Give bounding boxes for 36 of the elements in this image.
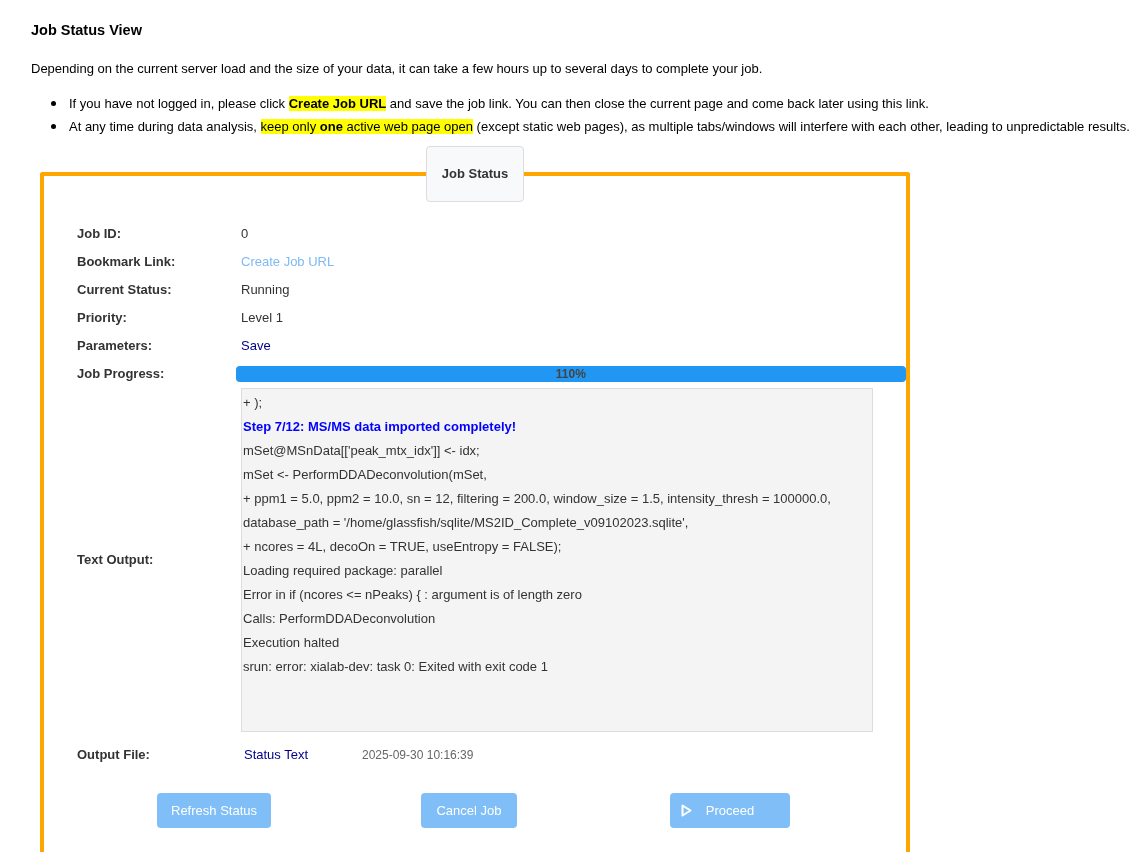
note-text: At any time during data analysis, keep only one active web page open (except static web pages), as multiple tabs/windows will interfere with each other, leading to unpredictable results.	[69, 118, 1130, 136]
log-line: + ncores = 4L, decoOn = TRUE, useEntropy = FALSE);	[243, 538, 563, 556]
log-line: + );	[243, 394, 264, 412]
field-label: Priority:	[77, 309, 128, 328]
step-message: Step 7/12: MS/MS data imported completely!	[243, 418, 518, 436]
log-line: mSet <- PerformDDADeconvolution(mSet,	[243, 466, 488, 484]
create-job-url-link[interactable]: Create Job URL	[241, 252, 335, 272]
field-value: Level 1	[241, 309, 283, 328]
field-label: Bookmark Link:	[77, 253, 177, 272]
intro-text: Depending on the current server load and the size of your data, it can take a few hours up to several days to complete your job.	[31, 60, 764, 78]
log-line: database_path = '/home/glassfish/sqlite/MS2ID_Complete_v09102023.sqlite',	[243, 514, 690, 532]
field-value: Running	[241, 281, 290, 300]
log-line: Calls: PerformDDADeconvolution	[243, 610, 437, 628]
field-value: 0	[241, 225, 249, 244]
log-line: + ppm1 = 5.0, ppm2 = 10.0, sn = 12, filtering = 200.0, window_size = 1.5, intensity_thresh = 100000.0,	[243, 490, 832, 508]
save-link[interactable]: Save	[241, 336, 271, 356]
field-label: Job ID:	[77, 225, 123, 244]
field-label: Output File:	[77, 746, 151, 765]
timestamp: 2025-09-30 10:16:39	[362, 747, 474, 764]
field-label: Text Output:	[77, 551, 155, 570]
bullet-icon	[51, 124, 56, 129]
page-title: Job Status View	[31, 21, 143, 40]
bullet-icon	[51, 101, 56, 106]
field-label: Parameters:	[77, 337, 154, 356]
log-line: Loading required package: parallel	[243, 562, 444, 580]
play-icon	[681, 804, 692, 817]
field-label: Job Progress:	[77, 365, 166, 384]
log-line: mSet@MSnData[['peak_mtx_idx']] <- idx;	[243, 442, 481, 460]
log-line: srun: error: xialab-dev: task 0: Exited with exit code 1	[243, 658, 549, 676]
log-line: Error in if (ncores <= nPeaks) { : argument is of length zero	[243, 586, 583, 604]
note-text: If you have not logged in, please click Create Job URL and save the job link. You can then close the current page and come back later using this link.	[69, 95, 929, 113]
log-line: Execution halted	[243, 634, 341, 652]
panel-legend: Job Status	[426, 146, 524, 202]
field-label: Current Status:	[77, 281, 173, 300]
status-text-link[interactable]: Status Text	[244, 745, 362, 765]
progress-reading: 110%	[554, 366, 587, 382]
